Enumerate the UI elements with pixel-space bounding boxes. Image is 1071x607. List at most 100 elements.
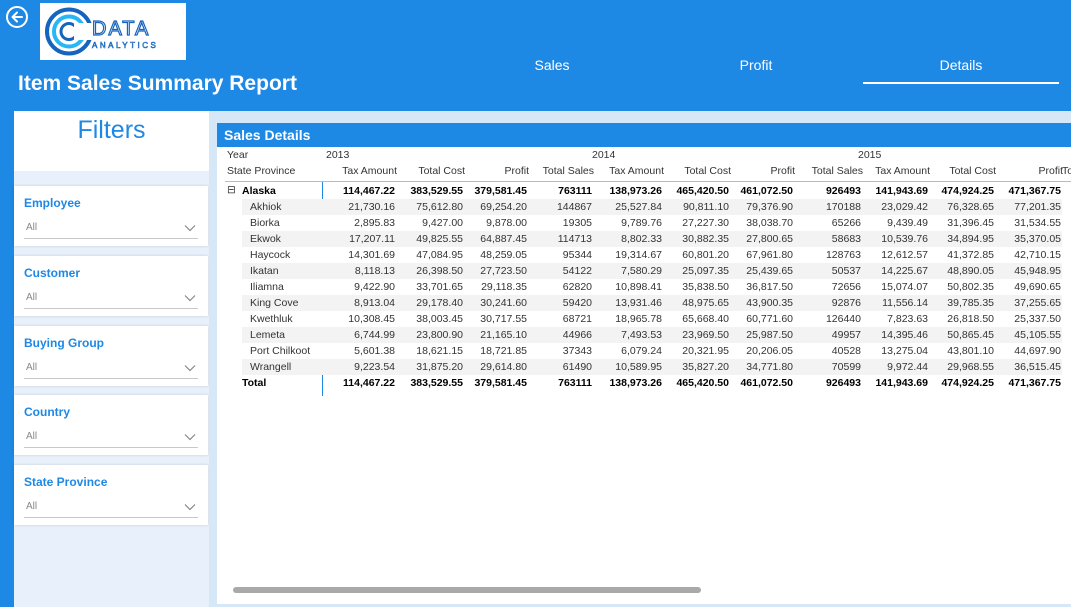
table-cell: 2,895.83	[354, 217, 395, 229]
row-label: Kwethluk	[250, 313, 293, 325]
report-header: DATA ANALYTICS Item Sales Summary Report…	[0, 0, 1071, 111]
year-label: 2013	[326, 149, 350, 161]
row-label: Port Chilkoot	[250, 345, 311, 357]
row-label: Lemeta	[250, 329, 286, 341]
row-label: Biorka	[250, 217, 280, 229]
measure-header: Tax Amount	[342, 165, 397, 177]
total-cell: 763111	[558, 377, 592, 389]
table-cell: 77,201.35	[1014, 201, 1061, 213]
table-cell: 8,913.04	[354, 297, 395, 309]
group-cell: 465,420.50	[676, 185, 729, 197]
table-cell: 26,398.50	[416, 265, 463, 277]
employee-dropdown[interactable]: All	[24, 217, 198, 239]
table-cell: 59420	[562, 297, 592, 309]
table-cell: 7,580.29	[621, 265, 662, 277]
table-cell: 128763	[825, 249, 861, 261]
table-cell: 29,614.80	[480, 361, 527, 373]
table-cell: 21,165.10	[480, 329, 527, 341]
table-cell: 18,965.78	[615, 313, 662, 325]
table-cell: 29,118.35	[481, 281, 527, 293]
table-cell: 48,259.05	[480, 249, 527, 261]
table-cell: 10,308.45	[348, 313, 395, 325]
table-cell: 50537	[831, 265, 861, 277]
table-cell: 126440	[825, 313, 861, 325]
horizontal-scrollbar[interactable]	[225, 587, 1071, 594]
table-cell: 8,802.33	[621, 233, 662, 245]
total-cell: 383,529.55	[410, 377, 463, 389]
table-cell: 25,439.65	[746, 265, 793, 277]
tab-profit[interactable]: Profit	[658, 56, 854, 84]
tab-sales[interactable]: Sales	[454, 56, 650, 84]
visual-title: Sales Details	[217, 123, 1071, 147]
group-cell: 114,467.22	[343, 185, 395, 197]
table-cell: 79,376.90	[746, 201, 793, 213]
slicer-country: Country All	[14, 395, 208, 455]
country-dropdown[interactable]: All	[24, 426, 198, 448]
table-cell: 35,838.50	[682, 281, 729, 293]
total-row-label: Total	[242, 377, 267, 389]
tab-details[interactable]: Details	[863, 56, 1059, 84]
measure-header: Profit	[1038, 165, 1063, 177]
table-cell: 170188	[825, 201, 861, 213]
table-cell: 47,084.95	[416, 249, 463, 261]
table-cell: 60,771.60	[746, 313, 793, 325]
year-label: 2014	[592, 149, 616, 161]
table-cell: 9,439.49	[887, 217, 928, 229]
table-cell: 7,823.63	[887, 313, 928, 325]
table-cell: 10,539.76	[881, 233, 928, 245]
row-label: Wrangell	[250, 361, 292, 373]
table-cell: 37343	[562, 345, 592, 357]
table-cell: 9,422.90	[354, 281, 395, 293]
dropdown-value: All	[26, 431, 38, 442]
back-arrow-icon[interactable]	[6, 6, 28, 28]
table-cell: 34,894.95	[947, 233, 994, 245]
dropdown-value: All	[26, 222, 38, 233]
table-cell: 48,890.05	[947, 265, 994, 277]
filters-title: Filters	[14, 111, 209, 171]
table-cell: 62820	[562, 281, 592, 293]
table-cell: 76,328.65	[947, 201, 994, 213]
table-cell: 144867	[556, 201, 592, 213]
state-province-dropdown[interactable]: All	[24, 496, 198, 518]
table-cell: 13,931.46	[615, 297, 662, 309]
total-cell: 141,943.69	[875, 377, 928, 389]
table-cell: 27,723.50	[480, 265, 527, 277]
table-cell: 68721	[562, 313, 592, 325]
table-cell: 8,118.13	[354, 265, 395, 277]
buying-group-dropdown[interactable]: All	[24, 357, 198, 379]
total-cell: 461,072.50	[740, 377, 793, 389]
slicer-label: Customer	[24, 266, 81, 280]
table-cell: 11,556.14	[882, 297, 928, 309]
table-cell: 25,987.50	[746, 329, 793, 341]
table-cell: 18,721.85	[480, 345, 527, 357]
table-cell: 19305	[562, 217, 592, 229]
table-cell: 42,710.15	[1014, 249, 1061, 261]
table-cell: 54122	[562, 265, 592, 277]
table-cell: 17,207.11	[349, 233, 395, 245]
table-cell: 69,254.20	[480, 201, 527, 213]
table-cell: 65266	[831, 217, 861, 229]
table-cell: 43,801.10	[947, 345, 994, 357]
group-cell: 471,367.75	[1008, 185, 1061, 197]
group-cell: 379,581.45	[474, 185, 527, 197]
table-cell: 9,972.44	[887, 361, 928, 373]
dropdown-value: All	[26, 501, 38, 512]
measure-header: Profit	[770, 165, 795, 177]
table-cell: 38,003.45	[416, 313, 463, 325]
table-cell: 72656	[831, 281, 861, 293]
scrollbar-thumb[interactable]	[233, 587, 701, 593]
table-cell: 35,827.20	[682, 361, 729, 373]
row-label: King Cove	[250, 297, 299, 309]
slicer-label: State Province	[24, 475, 108, 489]
expand-collapse-icon[interactable]: ⊟	[227, 184, 236, 196]
customer-dropdown[interactable]: All	[24, 287, 198, 309]
table-cell: 60,801.20	[682, 249, 729, 261]
table-cell: 6,079.24	[621, 345, 662, 357]
logo-graphic: DATA ANALYTICS	[45, 7, 156, 56]
measure-header: Total Sales	[542, 165, 594, 177]
table-cell: 10,589.95	[615, 361, 662, 373]
total-cell: 379,581.45	[474, 377, 527, 389]
table-cell: 67,961.80	[746, 249, 793, 261]
table-cell: 75,612.80	[416, 201, 463, 213]
table-cell: 21,730.16	[348, 201, 395, 213]
